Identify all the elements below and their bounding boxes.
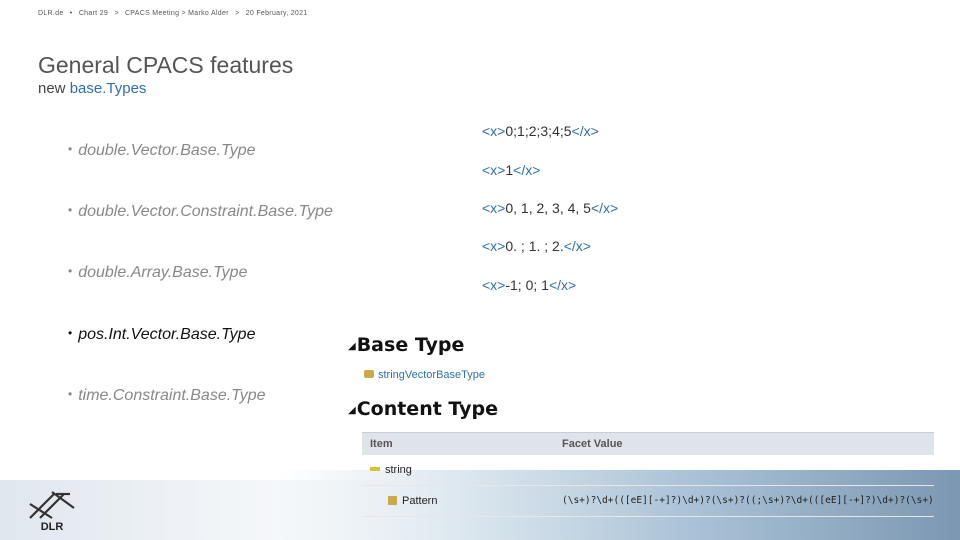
xml-close-tag: </x> [571,123,599,139]
xml-example: <x>0. ; 1. ; 2.</x> [482,238,591,254]
xml-open-tag: <x> [482,238,506,254]
table-header: Item Facet Value [362,432,934,455]
breadcrumb-org: DLR.de [38,10,64,17]
xml-value: 0, 1, 2, 3, 4, 5 [505,200,591,216]
bullet-dot: • [68,326,73,340]
xml-example: <x>0, 1, 2, 3, 4, 5</x> [482,200,618,216]
column-header-item[interactable]: Item [370,438,393,450]
xml-close-tag: </x> [563,238,591,254]
xml-example: <x>0;1;2;3;4;5</x> [482,123,599,139]
base-type-link[interactable]: stringVectorBaseType [364,369,485,381]
logo-text: DLR [40,521,64,533]
bullet-dot: • [68,387,73,401]
pattern-facet-icon [388,496,397,505]
bullet-list: • double.Vector.Base.Type • double.Vector.… [68,0,388,540]
xsd-editor-screenshot: ◢Base Type stringVectorBaseType ◢Content… [346,330,936,520]
row-item-label: Pattern [402,495,438,507]
xml-example: <x>1</x> [482,162,540,178]
bullet-text: double.Vector.Constraint.Base.Type [78,203,333,220]
bullet-item: • pos.Int.Vector.Base.Type [68,326,255,344]
column-header-facet-value[interactable]: Facet Value [562,438,623,450]
bullet-item: • double.Vector.Constraint.Base.Type [68,203,333,221]
section-title-text: Base Type [356,334,465,356]
section-title-text: Content Type [356,398,498,420]
bullet-text: time.Constraint.Base.Type [78,387,266,404]
xml-close-tag: </x> [548,277,577,293]
xml-value: -1; 0; 1 [505,277,549,293]
content-type-section-title[interactable]: ◢Content Type [348,398,498,420]
base-type-link-text: stringVectorBaseType [378,369,486,381]
row-item: string [370,464,412,476]
collapse-triangle-icon[interactable]: ◢ [348,341,356,352]
dlr-logo: DLR [26,488,78,536]
bullet-item: • double.Vector.Base.Type [68,142,256,160]
row-facet-value: (\s+)?\d+(([eE][-+]?)\d+)?(\s+)?((;\s+)?… [562,495,932,506]
bullet-text: double.Array.Base.Type [78,264,248,281]
bullet-text: pos.Int.Vector.Base.Type [78,326,256,343]
base-type-section-title[interactable]: ◢Base Type [348,334,464,356]
string-type-icon [370,467,380,471]
bullet-dot: • [68,203,73,217]
xml-open-tag: <x> [482,162,506,178]
facet-table: Item Facet Value string Pattern (\s+)?\d… [362,432,934,517]
xml-close-tag: </x> [513,162,541,178]
bullet-dot: • [68,142,73,156]
xml-open-tag: <x> [482,277,506,293]
bullet-dot: • [68,264,73,278]
collapse-triangle-icon[interactable]: ◢ [348,405,356,416]
xml-value: 0;1;2;3;4;5 [505,123,572,139]
bullet-text: double.Vector.Base.Type [78,142,256,159]
xml-value: 1 [505,162,514,178]
xml-example: <x>-1; 0; 1</x> [482,277,576,293]
table-row[interactable]: Pattern (\s+)?\d+(([eE][-+]?)\d+)?(\s+)?… [362,486,934,517]
xml-open-tag: <x> [482,200,506,216]
xml-open-tag: <x> [482,123,506,139]
table-row[interactable]: string [362,455,934,486]
xml-close-tag: </x> [590,200,619,216]
bullet-item: • double.Array.Base.Type [68,264,247,282]
row-item: Pattern [388,495,437,507]
row-item-label: string [385,464,412,476]
dlr-logo-icon [29,491,75,519]
type-icon [364,370,374,378]
xml-value: 0. ; 1. ; 2. [505,238,564,254]
bullet-item: • time.Constraint.Base.Type [68,387,266,405]
subtitle-prefix: new [38,80,66,97]
